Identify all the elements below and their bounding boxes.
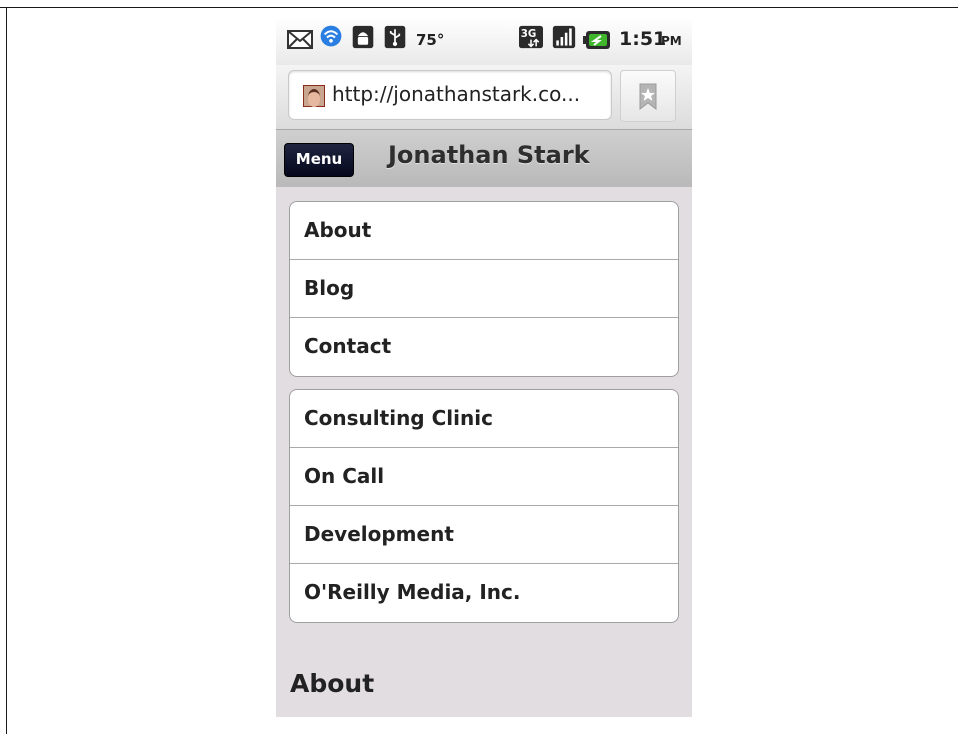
bookmark-icon xyxy=(639,83,657,110)
signal-icon xyxy=(552,25,576,49)
nav-list-secondary: Consulting Clinic On Call Development O'… xyxy=(289,389,679,623)
nav-item-about[interactable]: About xyxy=(290,202,678,260)
wifi-icon xyxy=(320,25,342,47)
browser-url-bar: http://jonathanstark.co... xyxy=(276,65,692,129)
clock-ampm: PM xyxy=(661,34,682,48)
clock-text: 1:51 xyxy=(619,28,667,50)
phone-screen: 75° 3G 1:51 PM http://jonathanstark.co..… xyxy=(276,17,692,717)
url-field[interactable]: http://jonathanstark.co... xyxy=(288,70,612,120)
mail-icon xyxy=(287,30,313,49)
svg-text:3G: 3G xyxy=(521,28,537,40)
site-title: Jonathan Stark xyxy=(388,141,590,169)
url-text: http://jonathanstark.co... xyxy=(332,82,581,106)
nav-item-contact[interactable]: Contact xyxy=(290,318,678,376)
page-frame-top xyxy=(0,7,958,8)
android-debug-icon xyxy=(352,25,374,49)
site-favicon-icon xyxy=(303,85,325,107)
section-heading-about: About xyxy=(290,669,375,698)
usb-icon xyxy=(384,25,406,49)
nav-item-blog[interactable]: Blog xyxy=(290,260,678,318)
menu-button[interactable]: Menu xyxy=(284,143,354,177)
temperature-text: 75° xyxy=(416,31,445,49)
status-bar: 75° 3G 1:51 PM xyxy=(276,17,692,65)
nav-item-oreilly-media[interactable]: O'Reilly Media, Inc. xyxy=(290,564,678,622)
site-header: Menu Jonathan Stark xyxy=(276,129,692,187)
nav-item-on-call[interactable]: On Call xyxy=(290,448,678,506)
nav-item-development[interactable]: Development xyxy=(290,506,678,564)
nav-list-primary: About Blog Contact xyxy=(289,201,679,377)
page-frame-left xyxy=(6,7,7,734)
nav-item-consulting-clinic[interactable]: Consulting Clinic xyxy=(290,390,678,448)
network-3g-icon: 3G xyxy=(519,25,543,49)
battery-charging-icon xyxy=(583,31,610,49)
bookmark-button[interactable] xyxy=(620,70,676,122)
